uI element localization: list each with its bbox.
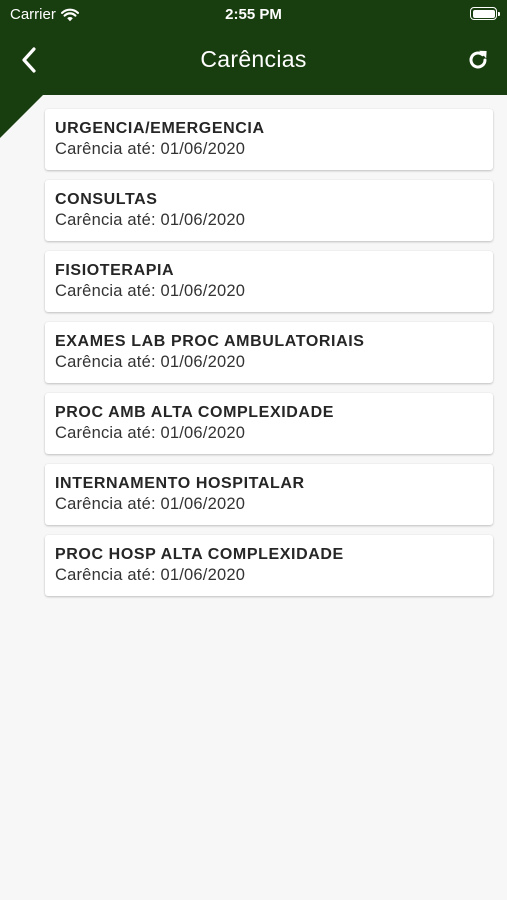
list-item[interactable]: FISIOTERAPIA Carência até: 01/06/2020 — [45, 251, 493, 312]
item-subtitle: Carência até: 01/06/2020 — [55, 211, 246, 229]
status-bar: Carrier 2:55 PM — [0, 0, 507, 28]
item-subtitle: Carência até: 01/06/2020 — [55, 282, 246, 300]
item-title: PROC HOSP ALTA COMPLEXIDADE — [55, 546, 344, 563]
app-header: Carrier 2:55 PM Carências — [0, 0, 507, 95]
item-subtitle: Carência até: 01/06/2020 — [55, 140, 246, 158]
list-item[interactable]: EXAMES LAB PROC AMBULATORIAIS Carência a… — [45, 322, 493, 383]
item-subtitle: Carência até: 01/06/2020 — [55, 424, 246, 442]
item-title: EXAMES LAB PROC AMBULATORIAIS — [55, 333, 365, 350]
item-title: CONSULTAS — [55, 191, 158, 208]
list-item[interactable]: PROC HOSP ALTA COMPLEXIDADE Carência até… — [45, 535, 493, 596]
list-item[interactable]: URGENCIA/EMERGENCIA Carência até: 01/06/… — [45, 109, 493, 170]
refresh-button[interactable] — [461, 42, 495, 78]
item-title: FISIOTERAPIA — [55, 262, 175, 279]
item-title: PROC AMB ALTA COMPLEXIDADE — [55, 404, 334, 421]
item-subtitle: Carência até: 01/06/2020 — [55, 495, 246, 513]
item-title: URGENCIA/EMERGENCIA — [55, 120, 265, 137]
nav-bar: Carências — [0, 40, 507, 80]
list-item[interactable]: INTERNAMENTO HOSPITALAR Carência até: 01… — [45, 464, 493, 525]
list-item[interactable]: PROC AMB ALTA COMPLEXIDADE Carência até:… — [45, 393, 493, 454]
item-subtitle: Carência até: 01/06/2020 — [55, 353, 246, 371]
battery-icon — [470, 7, 500, 20]
list-item[interactable]: CONSULTAS Carência até: 01/06/2020 — [45, 180, 493, 241]
header-corner-decoration — [0, 94, 44, 138]
page-title: Carências — [200, 46, 307, 72]
status-time: 2:55 PM — [225, 6, 282, 23]
item-title: INTERNAMENTO HOSPITALAR — [55, 475, 305, 492]
refresh-icon — [469, 50, 487, 69]
item-subtitle: Carência até: 01/06/2020 — [55, 566, 246, 584]
carencias-list: URGENCIA/EMERGENCIA Carência até: 01/06/… — [45, 109, 493, 606]
